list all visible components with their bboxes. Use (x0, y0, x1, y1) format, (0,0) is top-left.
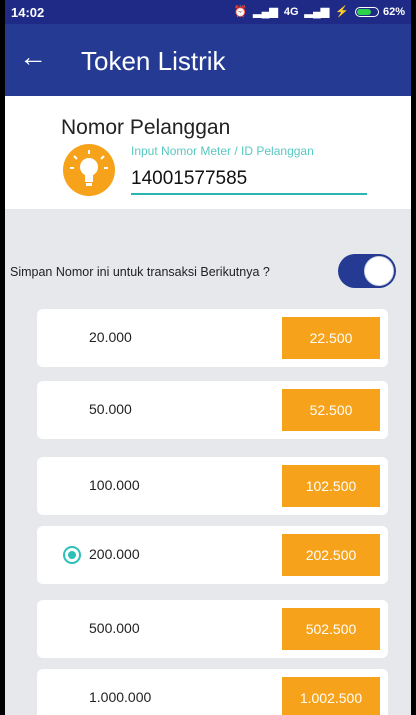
token-option-card[interactable]: 20.000 22.500 (37, 309, 388, 367)
app-bar: ← Token Listrik (5, 24, 411, 96)
token-option-card-selected[interactable]: 200.000 202.500 (37, 526, 388, 584)
token-amount: 100.000 (89, 477, 140, 493)
token-amount: 20.000 (89, 329, 132, 345)
save-number-text: Simpan Nomor ini untuk transaksi Berikut… (10, 265, 270, 279)
token-amount: 500.000 (89, 620, 140, 636)
input-underline (131, 193, 367, 195)
page-title: Token Listrik (81, 46, 226, 76)
charging-icon: ⚡ (335, 6, 349, 18)
token-amount: 1.000.000 (89, 689, 152, 705)
token-price-button[interactable]: 1.002.500 (282, 677, 380, 715)
customer-input-section: Nomor Pelanggan Input Nomor Meter / ID P… (5, 96, 411, 209)
token-option-card[interactable]: 100.000 102.500 (37, 457, 388, 515)
token-price-button[interactable]: 52.500 (282, 389, 380, 431)
status-icons: ⏰ ▂▄▆ 4G ▂▄▆ ⚡ 62% (233, 5, 405, 19)
status-time: 14:02 (11, 5, 45, 20)
lightbulb-icon (63, 144, 115, 196)
alarm-icon: ⏰ (233, 6, 248, 18)
customer-number-label: Nomor Pelanggan (61, 116, 231, 139)
back-arrow-icon[interactable]: ← (19, 43, 47, 71)
token-amount: 50.000 (89, 401, 132, 417)
token-option-card[interactable]: 500.000 502.500 (37, 600, 388, 658)
battery-percent: 62% (382, 5, 405, 18)
token-price-button[interactable]: 102.500 (282, 465, 380, 507)
toggle-knob (364, 256, 394, 286)
signal-icon: ▂▄▆ (253, 6, 278, 18)
save-number-row: Simpan Nomor ini untuk transaksi Berikut… (5, 250, 411, 294)
customer-number-hint: Input Nomor Meter / ID Pelanggan (131, 144, 314, 158)
status-bar: 14:02 ⏰ ▂▄▆ 4G ▂▄▆ ⚡ 62% (5, 0, 411, 24)
token-price-button[interactable]: 202.500 (282, 534, 380, 576)
signal-icon: ▂▄▆ (304, 6, 330, 18)
battery-icon (354, 6, 379, 17)
save-number-toggle[interactable] (338, 254, 396, 288)
token-option-card[interactable]: 1.000.000 1.002.500 (37, 669, 388, 715)
battery-indicator: 62% (354, 5, 405, 18)
token-amount: 200.000 (89, 546, 140, 562)
token-option-card[interactable]: 50.000 52.500 (37, 381, 388, 439)
token-price-button[interactable]: 502.500 (282, 608, 380, 650)
radio-selected-icon[interactable] (63, 546, 81, 564)
token-price-button[interactable]: 22.500 (282, 317, 380, 359)
customer-number-input[interactable]: 14001577585 (131, 168, 247, 190)
phone-screen: 14:02 ⏰ ▂▄▆ 4G ▂▄▆ ⚡ 62% ← Token Listrik… (5, 0, 411, 715)
network-label: 4G (283, 5, 299, 18)
